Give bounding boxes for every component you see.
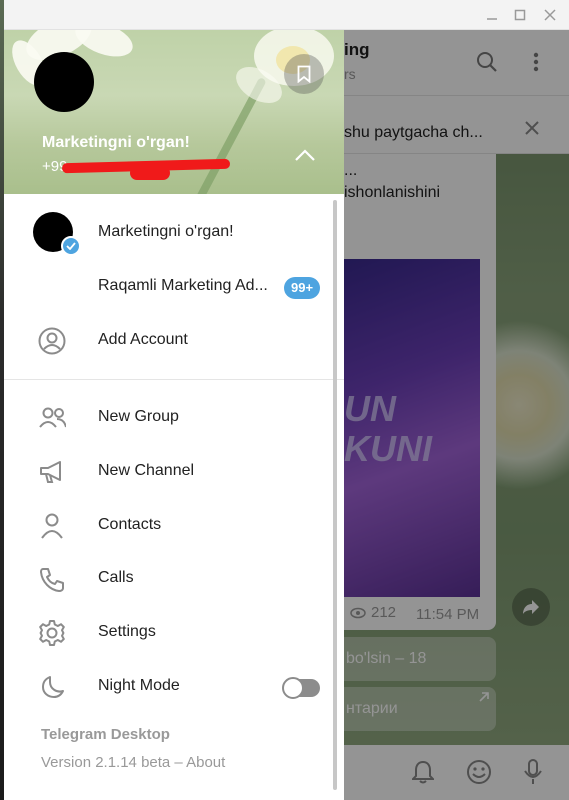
menu-divider [4, 379, 344, 380]
moon-icon [38, 673, 66, 701]
avatar[interactable] [34, 52, 94, 112]
add-account-button[interactable]: Add Account [4, 315, 344, 369]
megaphone-icon [38, 458, 66, 486]
menu-item-calls[interactable]: Calls [4, 552, 334, 606]
main-menu-drawer: Marketingni o'rgan! +99 Marketingni o'rg… [4, 30, 344, 800]
menu-label: New Group [98, 408, 179, 425]
phone-icon [38, 565, 66, 593]
app-name: Telegram Desktop [41, 726, 170, 743]
gear-icon [38, 619, 66, 647]
night-mode-toggle[interactable] [282, 677, 320, 699]
drawer-cover: Marketingni o'rgan! +99 [4, 30, 344, 194]
menu-item-new-group[interactable]: New Group [4, 391, 334, 445]
menu-label: Calls [98, 569, 134, 586]
add-account-icon [38, 327, 66, 355]
menu-label: Contacts [98, 516, 162, 533]
account-item[interactable]: Marketingni o'rgan! [4, 207, 344, 261]
version-about-link[interactable]: Version 2.1.14 beta – About [41, 754, 225, 771]
menu-item-night-mode[interactable]: Night Mode [4, 660, 334, 714]
user-icon [38, 512, 66, 540]
unread-badge: 99+ [284, 277, 321, 299]
menu-item-contacts[interactable]: Contacts [4, 499, 334, 553]
account-name: Marketingni o'rgan! [98, 223, 234, 240]
minimize-icon[interactable] [482, 5, 502, 25]
chevron-up-icon[interactable] [292, 142, 318, 168]
menu-label: Settings [98, 623, 156, 640]
menu-item-new-channel[interactable]: New Channel [4, 445, 334, 499]
redaction-mark [130, 166, 170, 180]
window-titlebar[interactable] [4, 0, 569, 30]
account-item[interactable]: Raqamli Marketing Ad... 99+ [4, 261, 344, 315]
scrollbar[interactable] [333, 200, 337, 790]
saved-messages-icon[interactable] [284, 54, 324, 94]
add-account-label: Add Account [98, 331, 188, 348]
account-name: Raqamli Marketing Ad... [98, 277, 268, 294]
menu-label: Night Mode [98, 677, 180, 694]
menu-label: New Channel [98, 462, 195, 479]
toggle-knob [282, 677, 304, 699]
close-icon[interactable] [540, 5, 560, 25]
menu-item-settings[interactable]: Settings [4, 606, 334, 660]
maximize-icon[interactable] [510, 5, 530, 25]
check-icon [61, 236, 81, 256]
people-icon [38, 404, 66, 432]
profile-name: Marketingni o'rgan! [42, 134, 190, 151]
